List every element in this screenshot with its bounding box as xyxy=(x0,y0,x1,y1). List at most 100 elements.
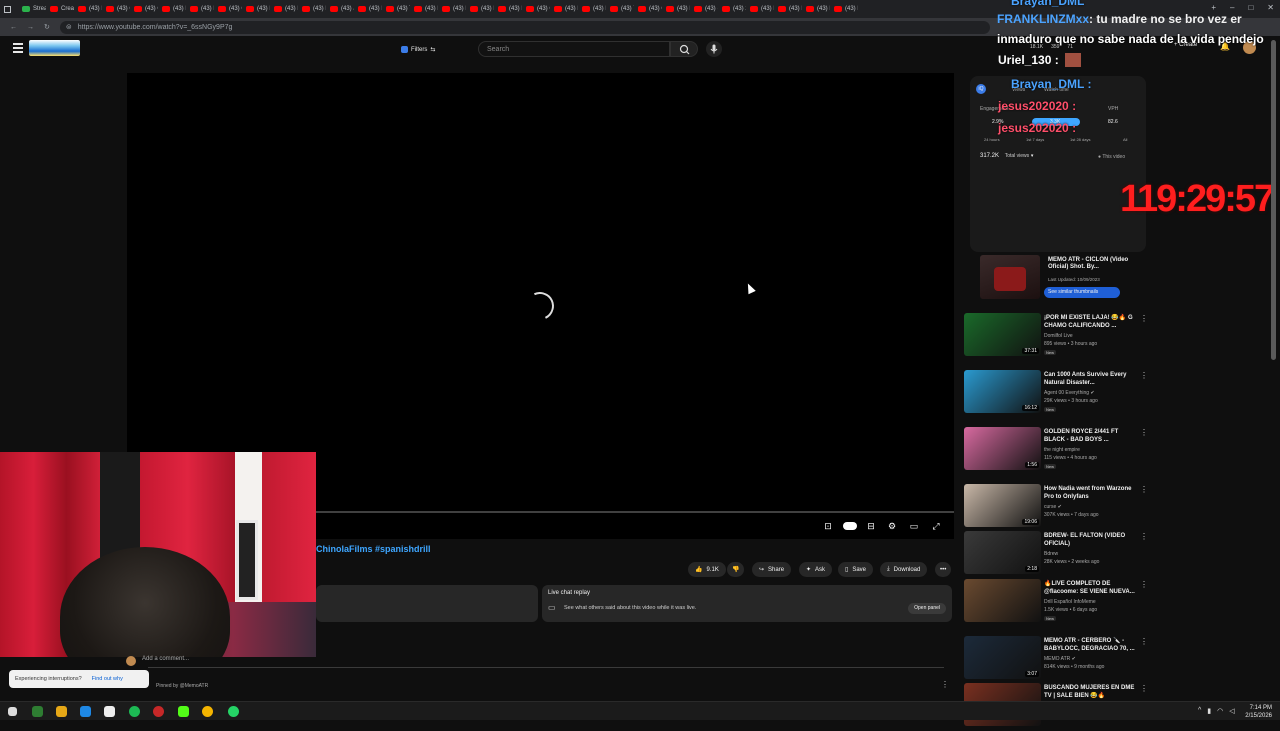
recommendation-item[interactable]: 3:07 MEMO ATR - CERBERO 🔪 - BABYLOCC, DEG… xyxy=(964,636,1148,684)
recommendation-channel[interactable]: Bdrew xyxy=(1044,551,1058,557)
browser-tab[interactable]: Stream xyxy=(18,0,46,18)
search-button[interactable] xyxy=(670,41,698,57)
progress-bar[interactable] xyxy=(315,511,954,513)
recommendation-channel[interactable]: Domilfol Live xyxy=(1044,333,1073,339)
fullscreen-icon[interactable]: ⤢ xyxy=(929,520,943,532)
recommendation-item[interactable]: 🔥LIVE COMPLETO DE @flacoome: SE VIENE NU… xyxy=(964,579,1148,627)
browser-tab[interactable]: (43) CA xyxy=(214,0,242,18)
browser-tab[interactable]: (43) G xyxy=(130,0,158,18)
browser-tab[interactable]: (43) 7A xyxy=(606,0,634,18)
spotify-icon[interactable] xyxy=(129,706,140,717)
recommendation-thumbnail[interactable]: 3:07 xyxy=(964,636,1041,679)
browser-tab[interactable]: (43) El xyxy=(746,0,774,18)
new-tab-button[interactable]: + xyxy=(1211,3,1216,12)
battery-icon[interactable]: ▮ xyxy=(1207,707,1211,715)
browser-tab[interactable]: (43) LO xyxy=(774,0,802,18)
browser-tab[interactable]: (43) LE xyxy=(158,0,186,18)
browser-tab[interactable]: (43) BA xyxy=(410,0,438,18)
voice-search-button[interactable] xyxy=(706,41,722,57)
more-options-icon[interactable]: ⋮ xyxy=(1140,428,1148,437)
recommendation-item[interactable]: 1:56 GOLDEN ROYCE 2/441 FT BLACK - BAD BO… xyxy=(964,427,1148,475)
chrome-icon[interactable] xyxy=(202,706,213,717)
recommendation-item[interactable]: 37:31 ¡POR MI EXISTE LAJA! 😂🔥 G CHAMO CAL… xyxy=(964,313,1148,361)
search-input[interactable]: Search xyxy=(478,41,670,57)
browser-tab[interactable]: (43) M xyxy=(830,0,858,18)
browser-tab[interactable]: (43) G xyxy=(522,0,550,18)
more-options-icon[interactable]: ⋮ xyxy=(1140,580,1148,589)
recommendation-channel[interactable]: curse ✔ xyxy=(1044,504,1062,510)
similar-thumbnails-button[interactable]: See similar thumbnails xyxy=(1044,287,1120,298)
edge-icon[interactable] xyxy=(80,706,91,717)
reload-icon[interactable]: ↻ xyxy=(44,23,50,31)
recommendation-title[interactable]: BDREW- EL FALTON (VIDEO OFICIAL) xyxy=(1044,532,1136,548)
browser-tab[interactable]: (43) Pa xyxy=(74,0,102,18)
browser-tab[interactable]: (43) El xyxy=(242,0,270,18)
recommendation-title[interactable]: ¡POR MI EXISTE LAJA! 😂🔥 G CHAMO CALIFICA… xyxy=(1044,314,1136,330)
recommendation-thumbnail[interactable]: 2:18 xyxy=(964,531,1041,574)
more-options-icon[interactable]: ⋮ xyxy=(1140,532,1148,541)
more-actions-button[interactable]: ••• xyxy=(935,562,952,577)
wifi-icon[interactable]: ◠ xyxy=(1217,707,1223,715)
recommendation-title[interactable]: MEMO ATR - CERBERO 🔪 - BABYLOCC, DEGRACI… xyxy=(1044,637,1136,653)
app-icon[interactable] xyxy=(153,706,164,717)
taskbar-app-icon[interactable] xyxy=(32,706,43,717)
more-options-icon[interactable]: ⋮ xyxy=(1140,684,1148,693)
browser-tab[interactable]: (43) 2 xyxy=(718,0,746,18)
window-menu-icon[interactable] xyxy=(0,0,18,18)
browser-tab[interactable]: (43) FL xyxy=(466,0,494,18)
browser-tab[interactable]: (43) LA xyxy=(438,0,466,18)
open-panel-button[interactable]: Open panel xyxy=(908,603,946,614)
browser-tab[interactable]: (43) EL xyxy=(186,0,214,18)
recommendation-thumbnail[interactable]: 19:06 xyxy=(964,484,1041,527)
more-options-icon[interactable]: ⋮ xyxy=(1140,314,1148,323)
recommendation-channel[interactable]: Drill Español InfoMeme xyxy=(1044,599,1096,605)
browser-tab[interactable]: (43) JA xyxy=(326,0,354,18)
recommendation-channel[interactable]: the night empire xyxy=(1044,447,1080,453)
recommendation-title[interactable]: How Nadia went from Warzone Pro to Onlyf… xyxy=(1044,485,1136,501)
add-comment-input[interactable]: Add a comment... xyxy=(142,656,189,662)
browser-tab[interactable]: (43) BU xyxy=(578,0,606,18)
like-button[interactable]: 👍 9.1K xyxy=(688,562,726,577)
recommendation-thumbnail[interactable] xyxy=(964,579,1041,622)
browser-tab[interactable]: Create xyxy=(46,0,74,18)
share-button[interactable]: ↪ Share xyxy=(752,562,792,577)
recommendation-title[interactable]: BUSCANDO MUJERES EN DME TV | SALE BIEN 😂… xyxy=(1044,684,1136,700)
comment-menu-icon[interactable]: ⋮ xyxy=(941,680,949,689)
forward-icon[interactable]: → xyxy=(27,24,34,31)
recommendation-title[interactable]: Can 1000 Ants Survive Every Natural Disa… xyxy=(1044,371,1136,387)
browser-tab[interactable]: (43) LI xyxy=(270,0,298,18)
whatsapp-icon[interactable] xyxy=(228,706,239,717)
kick-icon[interactable] xyxy=(178,706,189,717)
subtitles-icon[interactable]: ⊟ xyxy=(864,520,878,532)
volume-icon[interactable]: ◁ xyxy=(1229,707,1234,715)
channel-logo[interactable] xyxy=(29,40,80,56)
filters-button[interactable]: Filters ⇆ xyxy=(398,43,440,56)
recommendation-channel[interactable]: Agent 00 Everything ✔ xyxy=(1044,390,1095,396)
more-options-icon[interactable]: ⋮ xyxy=(1140,371,1148,380)
chevron-up-icon[interactable]: ^ xyxy=(1198,707,1201,715)
find-out-why-link[interactable]: Find out why xyxy=(92,676,123,682)
ask-button[interactable]: ✦ Ask xyxy=(799,562,833,577)
autoplay-toggle[interactable] xyxy=(843,522,857,530)
more-options-icon[interactable]: ⋮ xyxy=(1140,485,1148,494)
maximize-button[interactable]: □ xyxy=(1248,3,1253,12)
download-button[interactable]: ⤓ Download xyxy=(880,562,928,577)
more-options-icon[interactable]: ⋮ xyxy=(1140,637,1148,646)
browser-tab[interactable]: (43) M xyxy=(298,0,326,18)
start-icon[interactable] xyxy=(8,707,17,716)
range-7d[interactable]: 1st 7 days xyxy=(1026,137,1044,142)
recommendation-item[interactable]: 19:06 How Nadia went from Warzone Pro to … xyxy=(964,484,1148,532)
browser-tab[interactable]: (43) CC xyxy=(102,0,130,18)
scrollbar[interactable] xyxy=(1271,40,1276,360)
recommendation-thumbnail[interactable]: 1:56 xyxy=(964,427,1041,470)
browser-tab[interactable]: (43) TI xyxy=(382,0,410,18)
total-views[interactable]: 317.2K Total views ▾ xyxy=(980,153,1033,159)
hd-icon[interactable]: ⊡ xyxy=(821,520,835,532)
theater-mode-icon[interactable]: ▭ xyxy=(907,520,921,532)
description-box[interactable] xyxy=(316,585,538,622)
browser-tab[interactable]: (43) KE xyxy=(550,0,578,18)
recommendation-title[interactable]: 🔥LIVE COMPLETO DE @flacoome: SE VIENE NU… xyxy=(1044,580,1136,596)
browser-tab[interactable]: (43) ● xyxy=(690,0,718,18)
card-title[interactable]: MEMO ATR - CICLON (Video Oficial) Shot. … xyxy=(1048,257,1144,271)
folder-icon[interactable] xyxy=(56,706,67,717)
